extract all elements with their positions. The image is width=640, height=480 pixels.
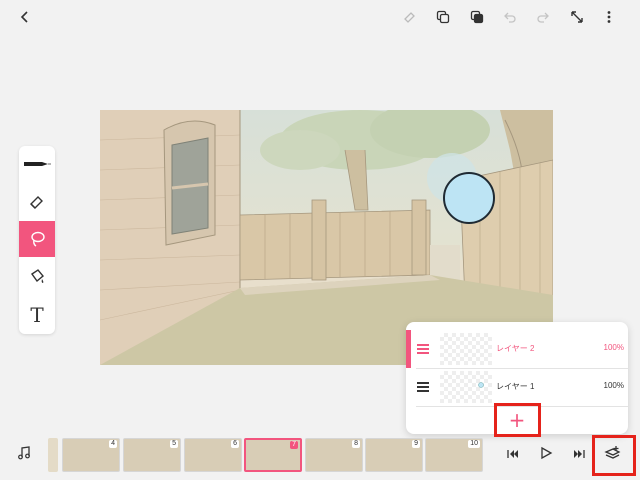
text-tool-button[interactable]: T	[19, 297, 55, 333]
play-button[interactable]	[538, 445, 558, 465]
frame-thumb[interactable]: 5	[123, 438, 181, 472]
highlight-add-layer	[494, 403, 541, 437]
tag-icon	[402, 10, 416, 24]
frame-number: 9	[412, 440, 420, 448]
paste-icon	[470, 10, 484, 24]
frame-thumb[interactable]: 10	[425, 438, 483, 472]
play-icon	[538, 445, 558, 461]
frame-number: 4	[109, 440, 117, 448]
frame-thumb[interactable]: 8	[305, 438, 363, 472]
skip-back-icon	[505, 446, 525, 462]
pen-tool-button[interactable]	[19, 146, 55, 182]
back-icon	[18, 10, 32, 24]
layer-opacity: 100%	[603, 381, 624, 390]
paint-bucket-icon	[28, 268, 46, 286]
lasso-icon	[28, 230, 46, 248]
layers-add-icon	[604, 444, 624, 462]
frame-thumb-active[interactable]: 7	[244, 438, 302, 472]
pen-icon	[22, 157, 52, 171]
tag-button[interactable]	[398, 6, 420, 28]
redo-icon	[536, 10, 550, 24]
layer-name: レイヤー 2	[496, 344, 535, 353]
drag-handle-icon[interactable]	[417, 344, 429, 354]
frame-number: 7	[290, 441, 298, 449]
text-tool-glyph: T	[30, 303, 44, 327]
layer-row-2[interactable]: レイヤー 2 100%	[406, 330, 628, 368]
frame-thumb-partial[interactable]	[48, 438, 58, 472]
fill-tool-button[interactable]	[19, 259, 55, 295]
timeline-bar: 4 5 6 7 8 9 10	[0, 434, 640, 480]
layer-row-1[interactable]: レイヤー 1 100%	[406, 368, 628, 406]
music-button[interactable]	[16, 445, 36, 465]
active-layer-indicator	[406, 330, 411, 368]
layers-button[interactable]	[604, 444, 624, 464]
back-button[interactable]	[14, 6, 36, 28]
tool-palette: T	[19, 146, 55, 334]
skip-forward-icon	[571, 446, 591, 462]
fullscreen-icon	[570, 10, 584, 24]
frame-number: 10	[468, 440, 480, 448]
frame-number: 8	[352, 440, 360, 448]
more-button[interactable]	[598, 6, 620, 28]
copy-button[interactable]	[432, 6, 454, 28]
drag-handle-icon[interactable]	[417, 382, 429, 392]
skip-to-start-button[interactable]	[505, 446, 525, 466]
more-icon	[606, 10, 612, 24]
lasso-tool-button[interactable]	[19, 221, 55, 257]
undo-button[interactable]	[499, 6, 521, 28]
eraser-icon	[28, 192, 46, 210]
layer-thumbnail	[440, 371, 492, 403]
frame-number: 6	[231, 440, 239, 448]
frame-thumb[interactable]: 9	[365, 438, 423, 472]
undo-icon	[503, 10, 517, 24]
frame-number: 5	[170, 440, 178, 448]
copy-icon	[436, 10, 450, 24]
frame-thumb[interactable]: 6	[184, 438, 242, 472]
paste-button[interactable]	[466, 6, 488, 28]
music-note-icon	[16, 445, 36, 461]
layer-thumbnail	[440, 333, 492, 365]
layer-opacity: 100%	[603, 343, 624, 352]
fullscreen-button[interactable]	[566, 6, 588, 28]
frame-thumb[interactable]: 4	[62, 438, 120, 472]
eraser-tool-button[interactable]	[19, 183, 55, 219]
layer-name: レイヤー 1	[496, 382, 535, 391]
redo-button[interactable]	[532, 6, 554, 28]
skip-to-end-button[interactable]	[571, 446, 591, 466]
